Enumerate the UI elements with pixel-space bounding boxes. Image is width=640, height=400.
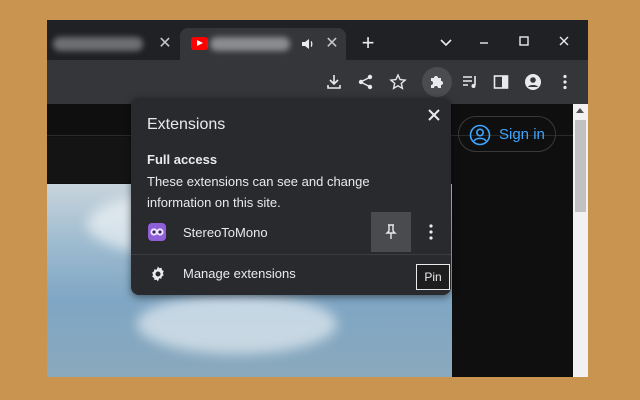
- profile-icon: [525, 74, 541, 90]
- share-icon: [358, 74, 373, 90]
- browser-menu-button[interactable]: [550, 67, 580, 97]
- extensions-button[interactable]: [422, 67, 452, 97]
- account-circle-icon: [469, 124, 491, 146]
- stereo-to-mono-extension-icon: [148, 223, 166, 241]
- extension-name: StereoToMono: [183, 225, 268, 240]
- star-icon: [389, 73, 407, 90]
- page-scrollbar[interactable]: [573, 104, 588, 377]
- youtube-icon: [191, 37, 208, 50]
- tab-close-icon[interactable]: ✕: [321, 33, 343, 55]
- section-description: These extensions can see and change info…: [147, 174, 370, 210]
- scroll-thumb[interactable]: [575, 120, 586, 212]
- sign-in-button[interactable]: Sign in: [458, 116, 556, 152]
- bookmark-star-button[interactable]: [383, 67, 413, 97]
- speaker-icon[interactable]: [300, 36, 316, 52]
- gear-icon: [152, 266, 164, 282]
- download-button[interactable]: [319, 67, 349, 97]
- close-icon[interactable]: [423, 104, 445, 126]
- pin-icon: [385, 224, 397, 239]
- extension-row[interactable]: StereoToMono: [131, 212, 451, 252]
- download-icon: [327, 75, 341, 89]
- tab-strip: ✕ ✕ +: [47, 20, 588, 60]
- pin-extension-button[interactable]: [371, 212, 411, 252]
- window-close-icon[interactable]: [550, 30, 578, 54]
- side-panel-icon: [493, 75, 509, 89]
- share-button[interactable]: [351, 67, 381, 97]
- scroll-up-arrow-icon[interactable]: [576, 108, 584, 113]
- minimize-icon[interactable]: [470, 30, 498, 54]
- profile-button[interactable]: [518, 67, 548, 97]
- media-queue-icon: [463, 76, 476, 88]
- new-tab-button[interactable]: +: [357, 32, 379, 55]
- tab-title-blurred: [53, 37, 143, 51]
- section-title: Full access: [147, 152, 218, 167]
- sign-in-label: Sign in: [499, 126, 545, 143]
- tab-inactive[interactable]: ✕: [47, 28, 179, 60]
- media-controls-button[interactable]: [455, 67, 485, 97]
- maximize-icon[interactable]: [510, 30, 538, 54]
- tab-title-blurred: [210, 37, 290, 51]
- tab-close-icon[interactable]: ✕: [154, 33, 176, 55]
- manage-extensions-label: Manage extensions: [183, 266, 296, 281]
- kebab-menu-icon: [563, 74, 567, 90]
- extension-more-icon[interactable]: [421, 222, 441, 242]
- manage-extensions-button[interactable]: Manage extensions: [131, 258, 451, 290]
- pin-tooltip: Pin: [416, 264, 450, 290]
- side-panel-button[interactable]: [486, 67, 516, 97]
- popup-divider: [131, 254, 451, 255]
- tab-active[interactable]: ✕: [180, 28, 346, 60]
- chevron-down-icon[interactable]: [432, 30, 460, 54]
- extensions-popup: Extensions Full access These extensions …: [131, 98, 451, 295]
- puzzle-icon: [431, 76, 443, 88]
- popup-title: Extensions: [147, 116, 226, 133]
